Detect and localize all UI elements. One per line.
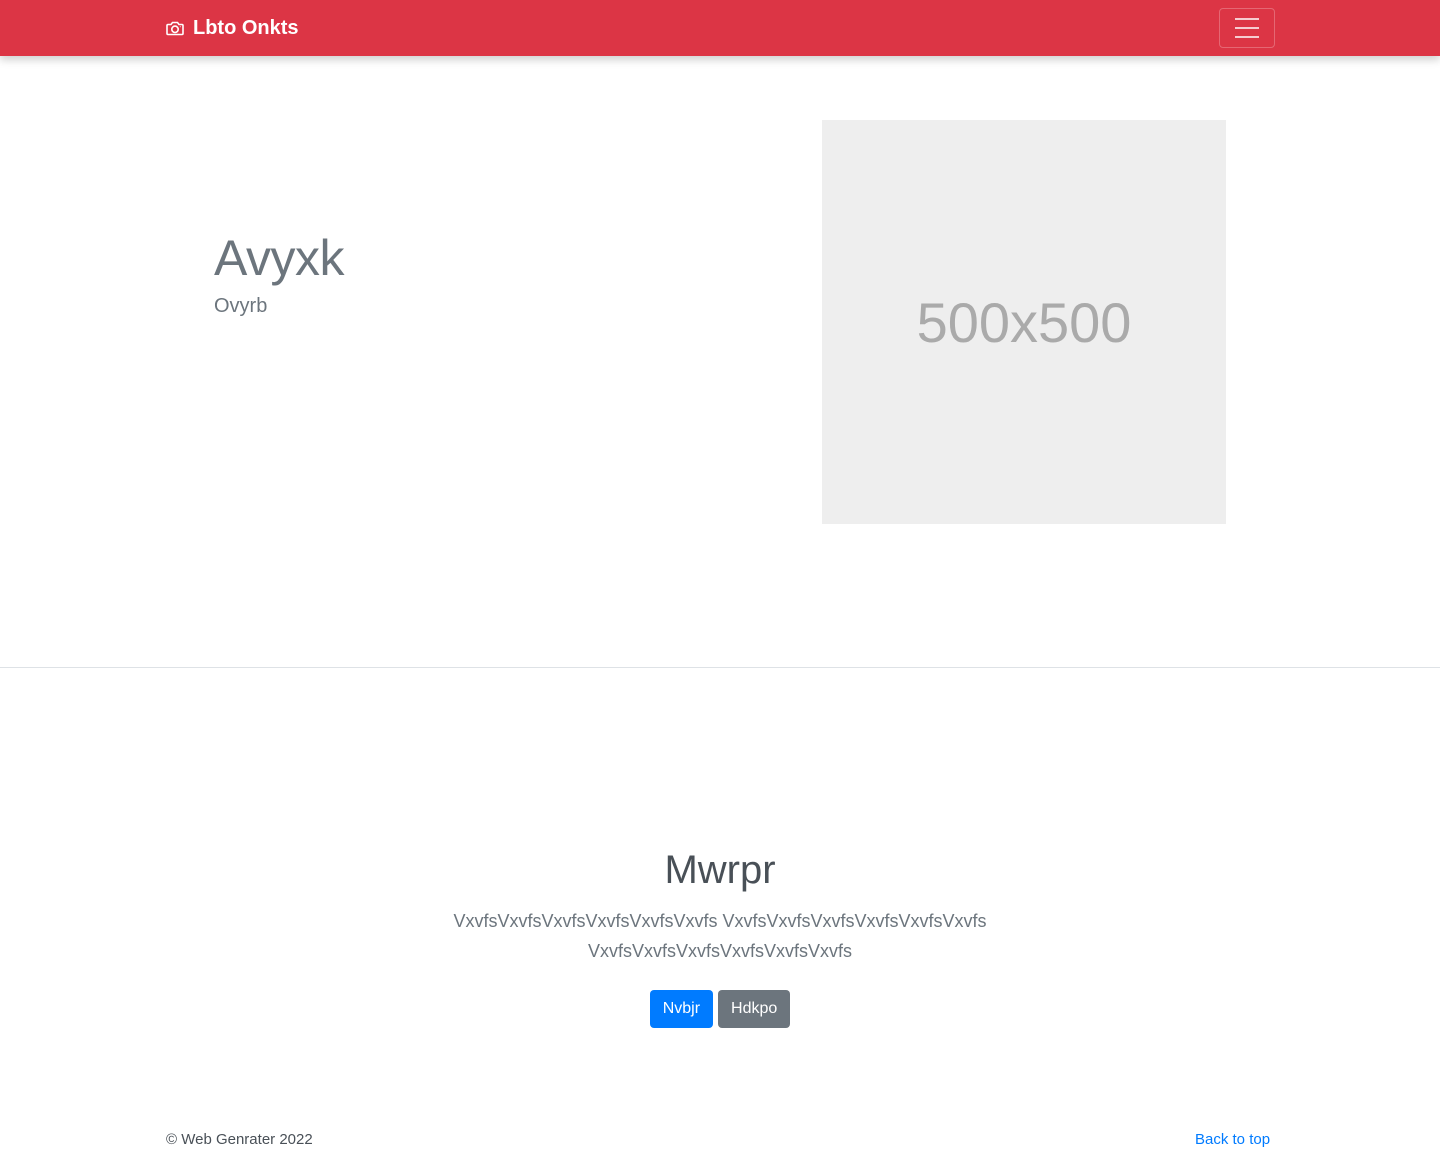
secondary-button[interactable]: Hdkpo — [718, 990, 791, 1028]
hamburger-menu-icon — [1235, 27, 1259, 29]
navbar-toggler-button[interactable] — [1219, 8, 1275, 48]
camera-icon — [166, 21, 184, 36]
hamburger-menu-icon — [1235, 18, 1259, 20]
navbar: Lbto Onkts — [0, 0, 1440, 56]
album-section: Mwrpr VxvfsVxvfsVxvfsVxvfsVxvfsVxvfs Vxv… — [0, 840, 1440, 1028]
hamburger-menu-icon — [1235, 36, 1259, 38]
hero-image-placeholder: 500x500 — [822, 120, 1226, 524]
brand-name: Lbto Onkts — [193, 17, 299, 39]
section-buttons: Nvbjr Hdkpo — [0, 990, 1440, 1028]
section-divider — [0, 667, 1440, 668]
primary-button[interactable]: Nvbjr — [649, 990, 714, 1028]
footer-copyright: © Web Genrater 2022 — [166, 1131, 313, 1148]
brand-link[interactable]: Lbto Onkts — [165, 16, 299, 40]
hero-subtitle: Ovyrb — [214, 295, 268, 317]
back-to-top-link[interactable]: Back to top — [1195, 1130, 1270, 1150]
section-text: VxvfsVxvfsVxvfsVxvfsVxvfsVxvfs VxvfsVxvf… — [453, 911, 987, 961]
hero-title: Avyxk — [214, 230, 344, 286]
section-title: Mwrpr — [664, 848, 776, 892]
placeholder-label: 500x500 — [916, 290, 1132, 354]
